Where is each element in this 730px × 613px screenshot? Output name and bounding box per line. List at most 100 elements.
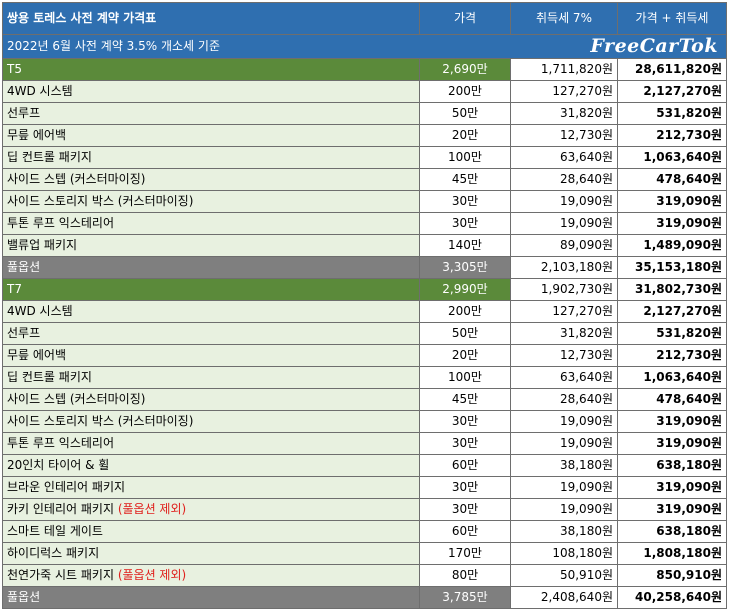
option-row: 딥 컨트롤 패키지 100만 63,640원 1,063,640원 <box>2 146 727 169</box>
row-total-text: 1,808,180원 <box>643 546 722 560</box>
row-name: 하이디럭스 패키지 <box>2 542 420 565</box>
row-total: 319,090원 <box>617 476 727 499</box>
row-price: 20만 <box>419 124 511 147</box>
table-title: 쌍용 토레스 사전 계약 가격표 <box>2 2 420 35</box>
row-price-text: 20만 <box>451 348 479 362</box>
row-tax-text: 38,180원 <box>559 458 613 472</box>
table-header-row: 쌍용 토레스 사전 계약 가격표 가격 취득세 7% 가격 + 취득세 <box>2 2 727 35</box>
row-name-text: 사이드 스토리지 박스 (커스터마이징) <box>7 414 194 428</box>
row-price: 60만 <box>419 520 511 543</box>
row-total: 1,063,640원 <box>617 146 727 169</box>
row-name-text: 사이드 스텝 (커스터마이징) <box>7 392 146 406</box>
row-tax-text: 89,090원 <box>559 238 613 252</box>
row-price-text: 60만 <box>451 458 479 472</box>
row-total: 2,127,270원 <box>617 80 727 103</box>
row-total: 319,090원 <box>617 498 727 521</box>
row-total-text: 1,063,640원 <box>643 370 722 384</box>
row-price-text: 20만 <box>451 128 479 142</box>
row-tax: 28,640원 <box>510 388 618 411</box>
row-tax: 50,910원 <box>510 564 618 587</box>
row-price-text: 140만 <box>448 238 482 252</box>
row-name-text: 선루프 <box>7 106 41 120</box>
row-price-text: 200만 <box>448 84 482 98</box>
row-tax: 12,730원 <box>510 124 618 147</box>
row-price-text: 30만 <box>451 194 479 208</box>
row-price-text: 3,785만 <box>442 590 488 604</box>
row-price: 50만 <box>419 322 511 345</box>
row-price-text: 2,690만 <box>442 62 488 76</box>
row-price-text: 2,990만 <box>442 282 488 296</box>
row-name-text: T5 <box>7 62 22 76</box>
row-tax-text: 1,902,730원 <box>540 282 613 296</box>
row-price: 200만 <box>419 80 511 103</box>
row-tax-text: 12,730원 <box>559 128 613 142</box>
row-total-text: 1,489,090원 <box>643 238 722 252</box>
row-total-text: 319,090원 <box>656 414 722 428</box>
subheader-text: 2022년 6월 사전 계약 3.5% 개소세 기준 <box>7 39 220 53</box>
row-total: 478,640원 <box>617 388 727 411</box>
row-name: T7 <box>2 278 420 301</box>
option-row: 4WD 시스템 200만 127,270원 2,127,270원 <box>2 300 727 323</box>
header-total: 가격 + 취득세 <box>617 2 727 35</box>
row-name: 투톤 루프 익스테리어 <box>2 432 420 455</box>
row-tax: 31,820원 <box>510 322 618 345</box>
row-tax: 19,090원 <box>510 498 618 521</box>
row-name: 무릎 에어백 <box>2 344 420 367</box>
row-name-text: 무릎 에어백 <box>7 348 67 362</box>
option-row: 무릎 에어백 20만 12,730원 212,730원 <box>2 344 727 367</box>
option-row: 선루프 50만 31,820원 531,820원 <box>2 322 727 345</box>
row-name: 브라운 인테리어 패키지 <box>2 476 420 499</box>
row-total-text: 319,090원 <box>656 216 722 230</box>
row-price: 30만 <box>419 190 511 213</box>
row-total-text: 478,640원 <box>656 172 722 186</box>
row-total-text: 319,090원 <box>656 480 722 494</box>
row-tax-text: 31,820원 <box>559 106 613 120</box>
row-total: 638,180원 <box>617 454 727 477</box>
row-price: 100만 <box>419 146 511 169</box>
option-row: 카키 인테리어 패키지 (풀옵션 제외) 30만 19,090원 319,090원 <box>2 498 727 521</box>
option-row: 4WD 시스템 200만 127,270원 2,127,270원 <box>2 80 727 103</box>
row-price: 30만 <box>419 410 511 433</box>
row-price: 30만 <box>419 498 511 521</box>
row-name-text: 풀옵션 <box>7 260 41 274</box>
option-row: 딥 컨트롤 패키지 100만 63,640원 1,063,640원 <box>2 366 727 389</box>
row-total: 1,489,090원 <box>617 234 727 257</box>
option-row: 하이디럭스 패키지 170만 108,180원 1,808,180원 <box>2 542 727 565</box>
row-tax-text: 2,103,180원 <box>540 260 613 274</box>
row-price: 200만 <box>419 300 511 323</box>
row-price-text: 30만 <box>451 502 479 516</box>
row-tax: 12,730원 <box>510 344 618 367</box>
option-row: 밸류업 패키지 140만 89,090원 1,489,090원 <box>2 234 727 257</box>
row-price-text: 80만 <box>451 568 479 582</box>
row-tax: 2,103,180원 <box>510 256 618 279</box>
row-total: 31,802,730원 <box>617 278 727 301</box>
row-total-text: 319,090원 <box>656 194 722 208</box>
row-tax-text: 1,711,820원 <box>540 62 613 76</box>
option-row: 투톤 루프 익스테리어 30만 19,090원 319,090원 <box>2 432 727 455</box>
row-tax-text: 19,090원 <box>559 502 613 516</box>
row-total: 1,808,180원 <box>617 542 727 565</box>
row-price: 50만 <box>419 102 511 125</box>
row-name: 4WD 시스템 <box>2 80 420 103</box>
row-total-text: 35,153,180원 <box>635 260 722 274</box>
row-name: 투톤 루프 익스테리어 <box>2 212 420 235</box>
row-total: 28,611,820원 <box>617 58 727 81</box>
row-total-text: 531,820원 <box>656 326 722 340</box>
row-total-text: 212,730원 <box>656 348 722 362</box>
row-name-text: 선루프 <box>7 326 41 340</box>
option-row: 스마트 테일 게이트 60만 38,180원 638,180원 <box>2 520 727 543</box>
freecartok-logo: FreeCarTok <box>590 35 718 58</box>
row-total: 319,090원 <box>617 212 727 235</box>
row-total-text: 319,090원 <box>656 436 722 450</box>
row-tax: 108,180원 <box>510 542 618 565</box>
option-row: 사이드 스토리지 박스 (커스터마이징) 30만 19,090원 319,090원 <box>2 190 727 213</box>
row-price-text: 50만 <box>451 106 479 120</box>
row-name: 사이드 스텝 (커스터마이징) <box>2 388 420 411</box>
row-total-text: 531,820원 <box>656 106 722 120</box>
row-total: 319,090원 <box>617 432 727 455</box>
row-total: 478,640원 <box>617 168 727 191</box>
row-name-text: 밸류업 패키지 <box>7 238 78 252</box>
row-price-text: 3,305만 <box>442 260 488 274</box>
row-tax: 63,640원 <box>510 146 618 169</box>
row-total-text: 31,802,730원 <box>635 282 722 296</box>
